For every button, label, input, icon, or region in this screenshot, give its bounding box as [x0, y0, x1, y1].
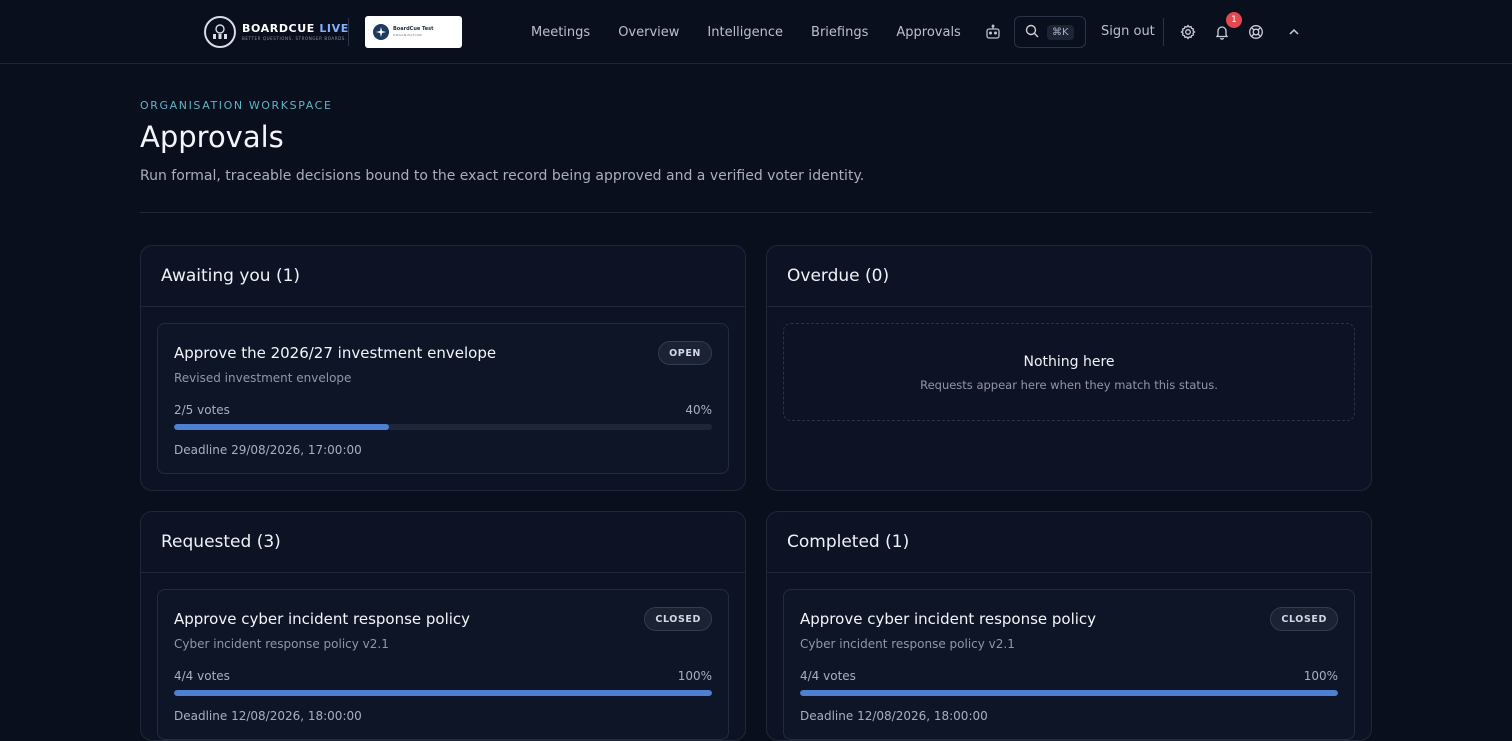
- approval-card[interactable]: Approve the 2026/27 investment envelope …: [157, 323, 729, 474]
- approval-card[interactable]: Approve cyber incident response policy C…: [157, 589, 729, 740]
- awaiting-you-panel: Awaiting you (1) Approve the 2026/27 inv…: [140, 245, 746, 491]
- organisation-logo-icon: [373, 24, 389, 40]
- nav-approvals[interactable]: Approvals: [896, 25, 960, 40]
- page-eyebrow: ORGANISATION WORKSPACE: [140, 99, 333, 112]
- organisation-label: ORGANISATION: [393, 33, 423, 37]
- sign-out-link[interactable]: Sign out: [1101, 24, 1155, 39]
- vote-count: 4/4 votes: [174, 669, 230, 683]
- vote-progress-fill: [174, 424, 390, 430]
- nav-intelligence[interactable]: Intelligence: [707, 25, 783, 40]
- nav-briefings[interactable]: Briefings: [811, 25, 868, 40]
- divider: [1163, 18, 1164, 46]
- search-button[interactable]: ⌘K: [1014, 16, 1086, 48]
- vote-percentage: 40%: [685, 403, 712, 417]
- vote-progress-bar: [174, 690, 712, 696]
- main-nav: Meetings Overview Intelligence Briefings…: [531, 0, 1001, 64]
- vote-progress-fill: [174, 690, 712, 696]
- panel-title: Awaiting you (1): [161, 266, 301, 286]
- search-icon: [1025, 23, 1039, 42]
- boardcue-logo[interactable]: BOARDCUE LIVE BETTER QUESTIONS. STRONGER…: [204, 16, 349, 48]
- vote-percentage: 100%: [677, 669, 712, 683]
- robot-icon[interactable]: [985, 24, 1001, 40]
- search-shortcut: ⌘K: [1047, 24, 1074, 40]
- completed-panel: Completed (1) Approve cyber incident res…: [766, 511, 1372, 741]
- approval-title: Approve cyber incident response policy: [174, 610, 471, 628]
- top-nav-bar: BOARDCUE LIVE BETTER QUESTIONS. STRONGER…: [0, 0, 1512, 64]
- lifebuoy-icon[interactable]: [1246, 22, 1266, 42]
- logo-emblem-icon: [204, 16, 236, 48]
- nav-meetings[interactable]: Meetings: [531, 25, 590, 40]
- status-badge: OPEN: [658, 341, 712, 365]
- logo-tagline: BETTER QUESTIONS. STRONGER BOARDS.: [242, 36, 347, 41]
- empty-state-title: Nothing here: [1023, 354, 1115, 370]
- vote-progress-fill: [800, 690, 1338, 696]
- empty-state-description: Requests appear here when they match thi…: [920, 378, 1218, 392]
- approval-title: Approve the 2026/27 investment envelope: [174, 344, 497, 362]
- overdue-panel: Overdue (0) Nothing here Requests appear…: [766, 245, 1372, 491]
- approval-deadline: Deadline 12/08/2026, 18:00:00: [800, 709, 988, 723]
- approval-deadline: Deadline 12/08/2026, 18:00:00: [174, 709, 362, 723]
- approval-card[interactable]: Approve cyber incident response policy C…: [783, 589, 1355, 740]
- panel-title: Overdue (0): [787, 266, 890, 286]
- divider: [348, 18, 349, 46]
- chevron-up-icon[interactable]: [1284, 22, 1304, 42]
- approval-deadline: Deadline 29/08/2026, 17:00:00: [174, 443, 362, 457]
- requested-panel: Requested (3) Approve cyber incident res…: [140, 511, 746, 741]
- status-badge: CLOSED: [644, 607, 712, 631]
- organisation-badge[interactable]: BoardCue Test ORGANISATION: [365, 16, 462, 48]
- gear-icon[interactable]: [1178, 22, 1198, 42]
- vote-count: 2/5 votes: [174, 403, 230, 417]
- organisation-name: BoardCue Test: [393, 26, 434, 32]
- vote-progress-bar: [800, 690, 1338, 696]
- page-description: Run formal, traceable decisions bound to…: [140, 168, 865, 184]
- approval-title: Approve cyber incident response policy: [800, 610, 1097, 628]
- status-badge: CLOSED: [1270, 607, 1338, 631]
- panel-title: Completed (1): [787, 532, 910, 552]
- logo-wordmark: BOARDCUE LIVE: [242, 22, 349, 35]
- vote-count: 4/4 votes: [800, 669, 856, 683]
- panel-title: Requested (3): [161, 532, 281, 552]
- page-title: Approvals: [140, 120, 284, 154]
- empty-state: Nothing here Requests appear here when t…: [783, 323, 1355, 421]
- approval-subtitle: Cyber incident response policy v2.1: [800, 637, 1015, 651]
- approval-subtitle: Cyber incident response policy v2.1: [174, 637, 389, 651]
- vote-progress-bar: [174, 424, 712, 430]
- header-divider: [140, 212, 1372, 213]
- approval-subtitle: Revised investment envelope: [174, 371, 352, 385]
- vote-percentage: 100%: [1303, 669, 1338, 683]
- notification-count-badge: 1: [1226, 12, 1242, 28]
- nav-overview[interactable]: Overview: [618, 25, 679, 40]
